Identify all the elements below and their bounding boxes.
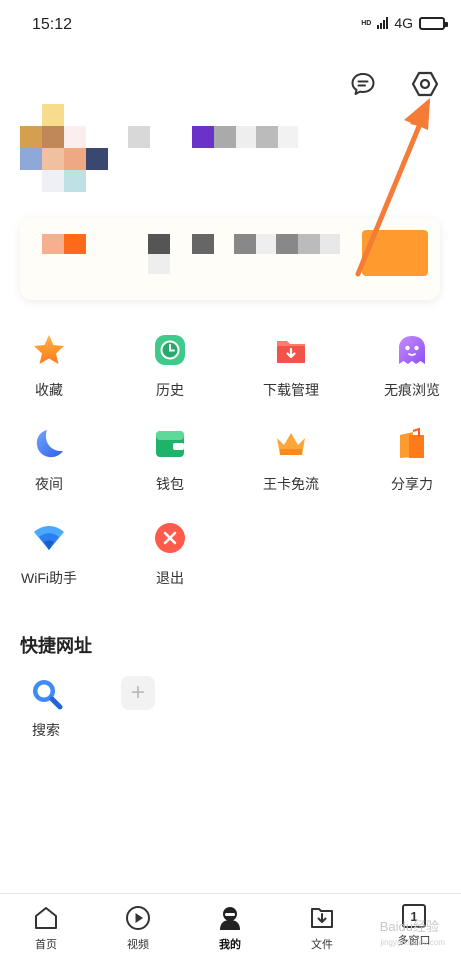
wallet-icon — [152, 426, 188, 462]
hd-badge: HD — [361, 19, 372, 27]
card-action-button[interactable] — [362, 230, 428, 276]
menu-item-incognito[interactable]: 无痕浏览 — [362, 332, 461, 400]
download-folder-icon — [273, 332, 309, 368]
menu-item-label: 退出 — [156, 570, 184, 586]
close-icon — [152, 520, 188, 556]
menu-item-wifi[interactable]: WiFi助手 — [0, 520, 99, 588]
nav-label: 我的 — [219, 939, 241, 951]
status-bar: 15:12 HD 4G — [0, 0, 461, 50]
menu-item-downloads[interactable]: 下载管理 — [241, 332, 341, 400]
shortcuts-title: 快捷网址 — [20, 636, 92, 656]
signal-icon — [377, 17, 389, 29]
search-icon — [29, 676, 63, 710]
plus-icon: + — [121, 676, 155, 710]
menu-item-label: 分享力 — [391, 476, 433, 492]
avatar[interactable] — [20, 104, 108, 192]
menu-item-label: 历史 — [156, 382, 184, 398]
crown-icon — [273, 426, 309, 462]
nav-video[interactable]: 视频 — [108, 904, 168, 952]
battery-icon — [419, 16, 448, 30]
member-card[interactable] — [20, 218, 440, 300]
menu-item-label: 下载管理 — [263, 382, 319, 398]
menu-item-label: 钱包 — [156, 476, 184, 492]
menu-item-favorites[interactable]: 收藏 — [0, 332, 99, 400]
status-time: 15:12 — [32, 16, 73, 33]
star-icon — [31, 332, 67, 368]
menu-item-label: 王卡免流 — [263, 476, 319, 492]
watermark-sub: jingyan.baidu.com — [380, 938, 445, 947]
menu-item-label: 无痕浏览 — [384, 382, 440, 398]
header-actions — [349, 70, 439, 98]
menu-item-wallet[interactable]: 钱包 — [120, 426, 220, 494]
menu-item-share[interactable]: 分享力 — [362, 426, 461, 494]
shortcut-search[interactable]: 搜索 — [16, 676, 76, 740]
menu-item-history[interactable]: 历史 — [120, 332, 220, 400]
nav-label: 文件 — [311, 939, 333, 951]
nav-mine[interactable]: 我的 — [200, 904, 260, 952]
moon-icon — [31, 426, 67, 462]
shortcut-label: 搜索 — [32, 722, 60, 738]
nav-home[interactable]: 首页 — [16, 904, 76, 952]
menu-item-label: WiFi助手 — [21, 570, 77, 586]
ghost-icon — [394, 332, 430, 368]
bottom-nav: 首页 视频 我的 文件 1 多窗口 Baidu经验 jingyan.baidu.… — [0, 893, 461, 960]
network-type: 4G — [394, 15, 413, 31]
settings-icon[interactable] — [411, 70, 439, 98]
file-download-icon — [308, 904, 336, 932]
home-icon — [32, 904, 60, 932]
message-icon[interactable] — [349, 70, 377, 98]
status-indicators: HD 4G — [361, 15, 448, 31]
menu-item-label: 夜间 — [35, 476, 63, 492]
menu-item-label: 收藏 — [35, 382, 63, 398]
user-icon — [216, 904, 244, 932]
menu-item-night[interactable]: 夜间 — [0, 426, 99, 494]
clock-icon — [152, 332, 188, 368]
nav-files[interactable]: 文件 — [292, 904, 352, 952]
add-shortcut-button[interactable]: + — [108, 676, 168, 710]
nav-label: 首页 — [35, 939, 57, 951]
play-icon — [124, 904, 152, 932]
wifi-icon — [31, 520, 67, 556]
share-icon — [394, 426, 430, 462]
menu-item-exit[interactable]: 退出 — [120, 520, 220, 588]
nav-label: 视频 — [127, 939, 149, 951]
menu-item-king-card[interactable]: 王卡免流 — [241, 426, 341, 494]
watermark: Baidu经验 — [379, 919, 439, 934]
